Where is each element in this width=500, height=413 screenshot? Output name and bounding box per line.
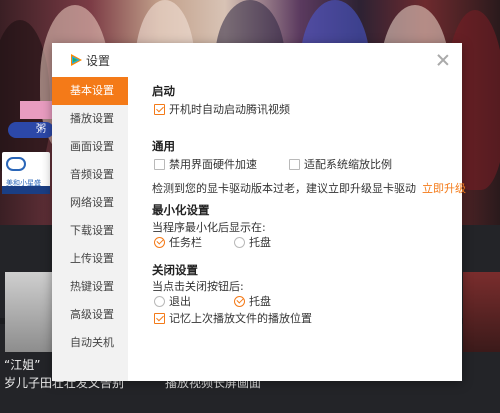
sidebar-item-advanced[interactable]: 高级设置 bbox=[52, 301, 128, 329]
section-title-close: 关闭设置 bbox=[152, 263, 198, 277]
sidebar-item-basic[interactable]: 基本设置 bbox=[52, 77, 128, 105]
minimize-prompt: 当程序最小化后显示在: bbox=[152, 221, 266, 234]
close-prompt: 当点击关闭按钮后: bbox=[152, 280, 244, 293]
dialog-title: 设置 bbox=[86, 54, 111, 68]
radio-button[interactable] bbox=[234, 236, 245, 248]
driver-notice: 检测到您的显卡驱动版本过老，建议立即升级显卡驱动 立即升级 bbox=[152, 180, 466, 196]
sidebar-item-playback[interactable]: 播放设置 bbox=[52, 105, 128, 133]
minimize-option-label: 托盘 bbox=[249, 236, 271, 249]
settings-dialog: 设置 基本设置 播放设置 画面设置 音频设置 网络设置 下载设置 上传设置 热键… bbox=[52, 43, 466, 381]
banner-tag bbox=[20, 101, 54, 119]
sidebar-item-upload[interactable]: 上传设置 bbox=[52, 245, 128, 273]
close-option-tray[interactable]: 托盘 bbox=[234, 293, 271, 309]
close-option-label: 托盘 bbox=[249, 295, 271, 308]
sidebar-item-network[interactable]: 网络设置 bbox=[52, 189, 128, 217]
section-title-general: 通用 bbox=[152, 139, 175, 153]
sidebar-item-hotkeys[interactable]: 热键设置 bbox=[52, 273, 128, 301]
sidebar-item-audio[interactable]: 音频设置 bbox=[52, 161, 128, 189]
tencent-video-logo-icon bbox=[71, 54, 82, 66]
driver-notice-text: 检测到您的显卡驱动版本过老，建议立即升级显卡驱动 bbox=[152, 182, 416, 195]
minimize-option-label: 任务栏 bbox=[169, 236, 202, 249]
auto-start-label: 开机时自动启动腾讯视频 bbox=[169, 103, 290, 116]
badge-bar bbox=[2, 186, 50, 194]
checkbox-box[interactable] bbox=[154, 103, 165, 115]
close-icon[interactable] bbox=[436, 53, 450, 67]
section-title-minimize: 最小化设置 bbox=[152, 203, 210, 217]
video-thumbnail[interactable] bbox=[463, 272, 500, 352]
brand-badge: 美和小星盛 bbox=[2, 152, 50, 194]
hw-accel-checkbox[interactable]: 禁用界面硬件加速 bbox=[154, 156, 257, 172]
radio-button[interactable] bbox=[234, 295, 245, 307]
section-title-startup: 启动 bbox=[152, 84, 175, 98]
radio-button[interactable] bbox=[154, 236, 165, 248]
checkbox-box[interactable] bbox=[154, 312, 165, 324]
minimize-option-taskbar[interactable]: 任务栏 bbox=[154, 234, 202, 250]
minimize-option-tray[interactable]: 托盘 bbox=[234, 234, 271, 250]
sidebar-item-auto-shutdown[interactable]: 自动关机 bbox=[52, 329, 128, 357]
scale-checkbox[interactable]: 适配系统缩放比例 bbox=[289, 156, 392, 172]
banner-pill-label: 粥 bbox=[36, 124, 46, 135]
auto-start-checkbox[interactable]: 开机时自动启动腾讯视频 bbox=[154, 101, 290, 117]
remember-position-checkbox[interactable]: 记忆上次播放文件的播放位置 bbox=[154, 310, 312, 326]
remember-position-label: 记忆上次播放文件的播放位置 bbox=[169, 312, 312, 325]
video-thumbnail[interactable] bbox=[5, 272, 53, 352]
checkbox-box[interactable] bbox=[154, 158, 165, 170]
badge-logo-icon bbox=[6, 157, 26, 171]
scale-label: 适配系统缩放比例 bbox=[304, 158, 392, 171]
checkbox-box[interactable] bbox=[289, 158, 300, 170]
video-caption[interactable]: “江姐” bbox=[4, 356, 40, 373]
close-option-label: 退出 bbox=[169, 295, 191, 308]
sidebar-item-download[interactable]: 下载设置 bbox=[52, 217, 128, 245]
upgrade-driver-link[interactable]: 立即升级 bbox=[422, 180, 466, 196]
hw-accel-label: 禁用界面硬件加速 bbox=[169, 158, 257, 171]
close-option-exit[interactable]: 退出 bbox=[154, 293, 191, 309]
dialog-titlebar[interactable]: 设置 bbox=[52, 43, 462, 77]
settings-sidebar: 基本设置 播放设置 画面设置 音频设置 网络设置 下载设置 上传设置 热键设置 … bbox=[52, 77, 128, 381]
banner-pill[interactable]: 粥 bbox=[8, 122, 54, 138]
radio-button[interactable] bbox=[154, 295, 165, 307]
sidebar-item-display[interactable]: 画面设置 bbox=[52, 133, 128, 161]
